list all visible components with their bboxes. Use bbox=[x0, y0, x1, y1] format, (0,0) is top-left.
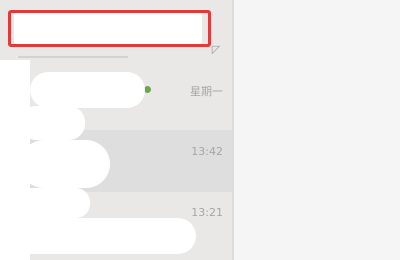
chat-list-pane: ◸ 星期一 13:42 13:21 bbox=[0, 0, 232, 260]
redaction-mark bbox=[0, 218, 196, 254]
redaction-mark bbox=[20, 140, 110, 188]
add-chat-icon[interactable]: ◸ bbox=[208, 42, 224, 58]
annotation-highlight-box bbox=[8, 10, 211, 47]
chat-time: 13:21 bbox=[191, 206, 223, 219]
redaction-mark bbox=[30, 72, 145, 108]
chat-time: 13:42 bbox=[191, 145, 223, 158]
status-dot-icon bbox=[144, 86, 151, 93]
redaction-mark bbox=[10, 188, 90, 218]
chat-time: 星期一 bbox=[190, 85, 223, 98]
header-divider bbox=[18, 56, 128, 58]
redaction-mark bbox=[20, 106, 85, 140]
conversation-pane bbox=[234, 0, 400, 260]
